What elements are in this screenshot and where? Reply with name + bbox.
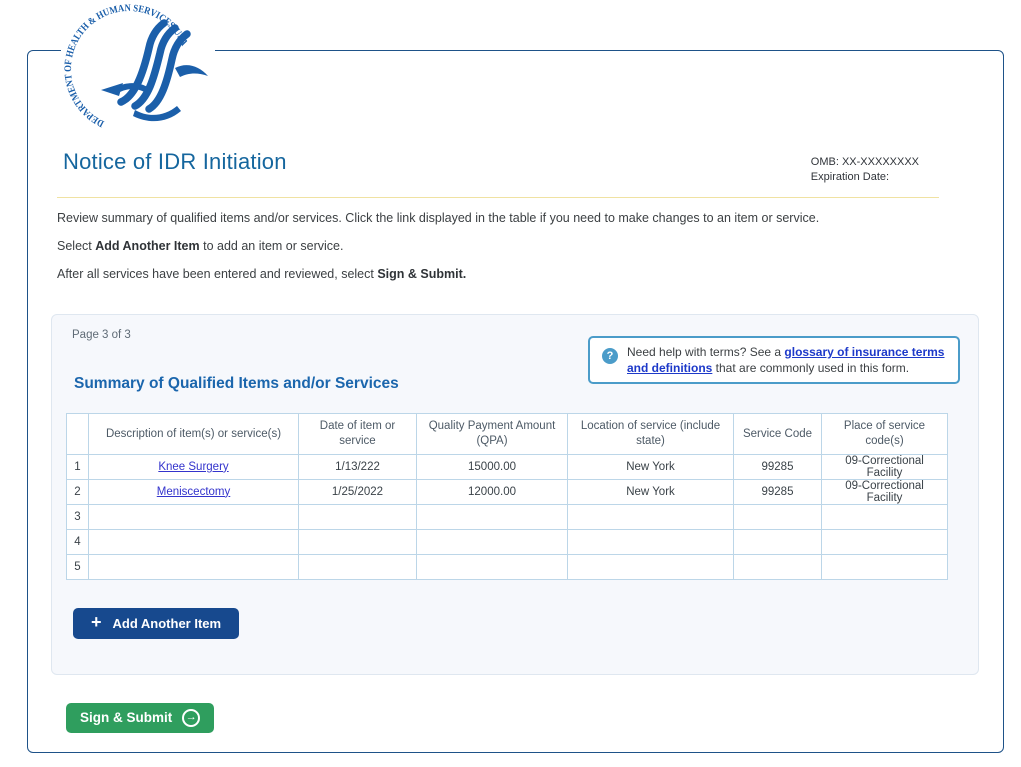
service-code-cell: 99285 xyxy=(733,478,822,505)
table-row: 5 xyxy=(66,553,948,580)
expiration-date-label: Expiration Date: xyxy=(810,171,890,184)
instruction-review: Review summary of qualified items and/or… xyxy=(57,211,939,226)
place-of-service-cell xyxy=(821,528,948,555)
location-cell xyxy=(567,528,734,555)
qpa-cell xyxy=(416,503,568,530)
hhs-logo-icon: DEPARTMENT OF HEALTH & HUMAN SERVICES-US… xyxy=(61,2,215,140)
help-text-suffix: that are commonly used in this form. xyxy=(712,360,910,375)
form-card: DEPARTMENT OF HEALTH & HUMAN SERVICES-US… xyxy=(27,2,1004,753)
question-mark-icon: ? xyxy=(602,347,618,364)
glossary-help-box: ? Need help with terms? See a glossary o… xyxy=(588,335,960,385)
col-header-row-number xyxy=(66,412,89,455)
col-header-place-of-service: Place of service code(s) xyxy=(821,412,948,455)
instruction-add-bold: Add Another Item xyxy=(95,238,200,253)
add-another-item-button[interactable]: + Add Another Item xyxy=(73,607,240,639)
table-row: 4 xyxy=(66,528,948,555)
item-link[interactable]: Meniscectomy xyxy=(157,486,231,498)
service-code-cell xyxy=(733,528,822,555)
service-code-cell xyxy=(733,503,822,530)
instruction-add-prefix: Select xyxy=(57,238,96,253)
instruction-review-text: Review summary of qualified items and/or… xyxy=(57,210,820,225)
table-header-row: Description of item(s) or service(s) Dat… xyxy=(66,412,948,455)
service-code-cell: 99285 xyxy=(733,453,822,480)
item-link[interactable]: Knee Surgery xyxy=(158,461,228,473)
sign-submit-label: Sign & Submit xyxy=(80,710,173,726)
instruction-add-item: Select Add Another Item to add an item o… xyxy=(57,239,939,254)
description-cell: Knee Surgery xyxy=(88,453,299,480)
place-of-service-cell xyxy=(821,503,948,530)
col-header-service-code: Service Code xyxy=(733,412,822,455)
col-header-qpa: Quality Payment Amount (QPA) xyxy=(416,412,568,455)
date-cell: 1/13/222 xyxy=(298,453,417,480)
instruction-sign-bold: Sign & Submit. xyxy=(377,266,467,281)
instruction-sign-prefix: After all services have been entered and… xyxy=(57,266,378,281)
summary-panel: Page 3 of 3 ? Need help with terms? See … xyxy=(51,313,979,675)
add-another-item-label: Add Another Item xyxy=(112,615,222,631)
location-cell: New York xyxy=(567,453,734,480)
col-header-location: Location of service (include state) xyxy=(567,412,734,455)
place-of-service-cell: 09-Correctional Facility xyxy=(821,478,948,505)
date-cell xyxy=(298,503,417,530)
date-cell: 1/25/2022 xyxy=(298,478,417,505)
place-of-service-cell: 09-Correctional Facility xyxy=(821,453,948,480)
omb-block: OMB: XX-XXXXXXXX Expiration Date: xyxy=(811,155,919,186)
description-cell xyxy=(88,553,299,580)
arrow-right-icon: → xyxy=(182,708,201,727)
plus-icon: + xyxy=(91,612,102,633)
location-cell: New York xyxy=(567,478,734,505)
help-text: Need help with terms? See a glossary of … xyxy=(627,344,948,376)
instruction-add-suffix: to add an item or service. xyxy=(199,238,344,253)
service-code-cell xyxy=(733,553,822,580)
col-header-description: Description of item(s) or service(s) xyxy=(88,412,299,455)
table-row: 1 Knee Surgery 1/13/222 15000.00 New Yor… xyxy=(66,453,948,480)
date-cell xyxy=(298,528,417,555)
title-divider xyxy=(57,196,939,198)
qpa-cell xyxy=(416,528,568,555)
row-number: 2 xyxy=(66,478,89,505)
location-cell xyxy=(567,553,734,580)
instruction-sign-submit: After all services have been entered and… xyxy=(57,267,939,282)
qpa-cell: 15000.00 xyxy=(416,453,568,480)
omb-number: OMB: XX-XXXXXXXX xyxy=(810,156,919,168)
description-cell xyxy=(88,503,299,530)
row-number: 3 xyxy=(66,503,89,530)
description-cell xyxy=(88,528,299,555)
row-number: 5 xyxy=(66,553,89,580)
table-row: 3 xyxy=(66,503,948,530)
table-row: 2 Meniscectomy 1/25/2022 12000.00 New Yo… xyxy=(66,478,948,505)
location-cell xyxy=(567,503,734,530)
page-title: Notice of IDR Initiation xyxy=(63,149,287,174)
row-number: 1 xyxy=(66,453,89,480)
place-of-service-cell xyxy=(821,553,948,580)
row-number: 4 xyxy=(66,528,89,555)
sign-submit-button[interactable]: Sign & Submit → xyxy=(66,702,215,733)
date-cell xyxy=(298,553,417,580)
help-text-prefix: Need help with terms? See a xyxy=(627,344,785,359)
qpa-cell xyxy=(416,553,568,580)
qualified-items-table: Description of item(s) or service(s) Dat… xyxy=(66,412,948,580)
description-cell: Meniscectomy xyxy=(88,478,299,505)
col-header-date: Date of item or service xyxy=(298,412,417,455)
qpa-cell: 12000.00 xyxy=(416,478,568,505)
